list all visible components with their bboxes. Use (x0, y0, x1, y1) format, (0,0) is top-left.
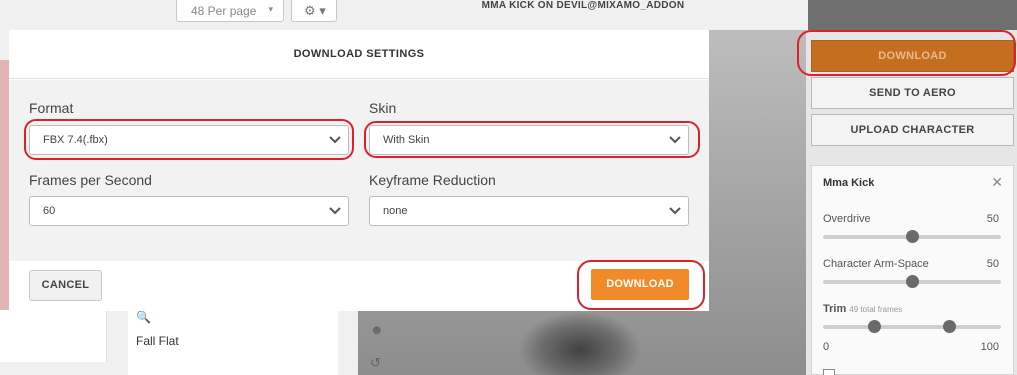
animation-card-label: Fall Flat (136, 334, 179, 348)
download-settings-dialog: DOWNLOAD SETTINGS Format FBX 7.4(.fbx) S… (9, 30, 709, 311)
trim-frames: 49 total frames (849, 305, 903, 314)
character-thumbnail-edge (0, 60, 9, 310)
highlight-skin-select (364, 121, 700, 158)
overdrive-value: 50 (986, 213, 999, 225)
trim-start-handle[interactable] (867, 320, 881, 333)
dialog-title: DOWNLOAD SETTINGS (9, 30, 709, 79)
format-label: Format (29, 100, 74, 116)
animation-settings-panel: Mma Kick ✕ Overdrive 50 Character Arm-Sp… (811, 165, 1014, 375)
trim-max: 100 (980, 341, 999, 353)
trim-slider[interactable] (823, 320, 1001, 333)
animation-card[interactable]: 🔍 Fall Flat (128, 310, 338, 375)
overdrive-slider-handle[interactable] (905, 230, 919, 243)
upload-character-button[interactable]: UPLOAD CHARACTER (811, 114, 1014, 146)
send-to-aero-button[interactable]: SEND TO AERO (811, 77, 1014, 109)
in-place-checkbox[interactable] (823, 369, 835, 375)
chevron-down-icon (669, 197, 681, 225)
per-page-select[interactable]: 48 Per page ▾ (176, 0, 284, 22)
overdrive-slider[interactable] (823, 230, 1001, 243)
highlight-download-button (797, 30, 1016, 76)
trim-label: Trim 49 total frames (823, 303, 902, 315)
skeleton-icon[interactable]: ☻ (370, 322, 384, 337)
arm-space-slider-handle[interactable] (905, 275, 919, 288)
animation-card[interactable] (0, 310, 107, 362)
trim-min: 0 (823, 341, 830, 353)
keyframe-reduction-select[interactable]: none (369, 196, 689, 226)
keyframe-reduction-label: Keyframe Reduction (369, 172, 496, 188)
trim-title: Trim (823, 303, 847, 315)
skin-label: Skin (369, 100, 397, 116)
keyframe-reduction-value: none (383, 205, 408, 217)
search-icon: 🔍 (136, 310, 151, 324)
trim-end-handle[interactable] (943, 320, 957, 333)
fps-value: 60 (43, 205, 56, 217)
per-page-value: 48 Per page (191, 4, 257, 18)
fps-label: Frames per Second (29, 172, 152, 188)
animation-title: Mma Kick (823, 177, 875, 189)
close-icon[interactable]: ✕ (991, 174, 1003, 191)
arm-space-label: Character Arm-Space (823, 258, 929, 270)
viewport-title: MMA KICK ON DEVIL@MIXAMO_ADDON (358, 0, 808, 30)
arm-space-value: 50 (986, 258, 999, 270)
chevron-down-icon: ▾ (268, 4, 273, 14)
gear-icon: ⚙ ▾ (304, 3, 326, 18)
overdrive-label: Overdrive (823, 213, 871, 225)
character-model (520, 312, 640, 375)
dialog-footer: CANCEL DOWNLOAD (9, 260, 709, 311)
dialog-body: Format FBX 7.4(.fbx) Skin With Skin Fram… (9, 80, 709, 261)
library-toolbar: 48 Per page ▾ ⚙ ▾ (0, 0, 358, 30)
fps-select[interactable]: 60 (29, 196, 349, 226)
chevron-down-icon (329, 197, 341, 225)
highlight-format-select (24, 119, 354, 160)
reset-icon[interactable]: ↺ (370, 355, 381, 371)
arm-space-slider[interactable] (823, 275, 1001, 288)
highlight-confirm-download-button (577, 260, 705, 310)
cancel-button[interactable]: CANCEL (29, 270, 102, 301)
settings-gear-button[interactable]: ⚙ ▾ (291, 0, 337, 22)
